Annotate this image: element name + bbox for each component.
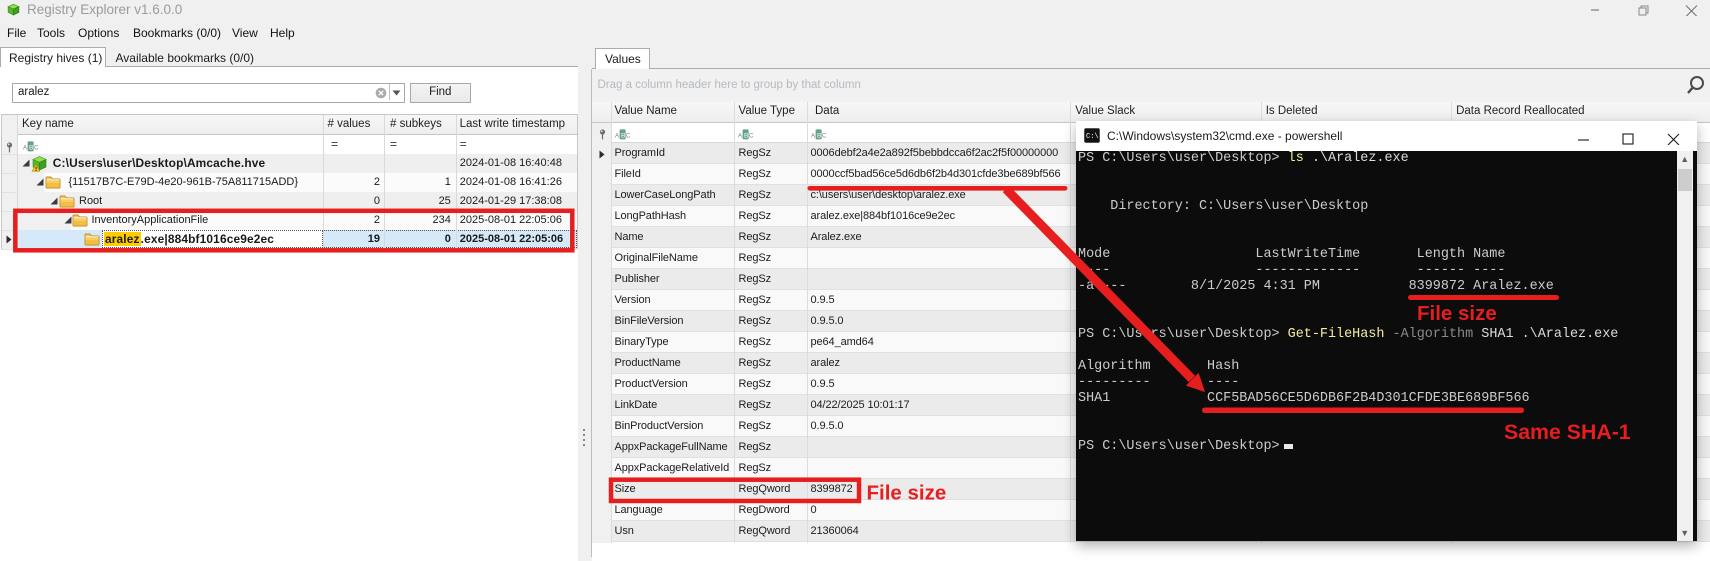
svg-text:C: C [626,133,630,140]
svg-text:C: C [749,133,753,140]
svg-text:A: A [23,145,28,152]
svg-text:C: C [822,133,826,140]
svg-text:C:\: C:\ [1086,133,1099,141]
svg-text:A: A [615,133,620,140]
svg-text:A: A [738,133,743,140]
svg-text:A: A [811,133,816,140]
svg-text:C: C [34,145,38,152]
